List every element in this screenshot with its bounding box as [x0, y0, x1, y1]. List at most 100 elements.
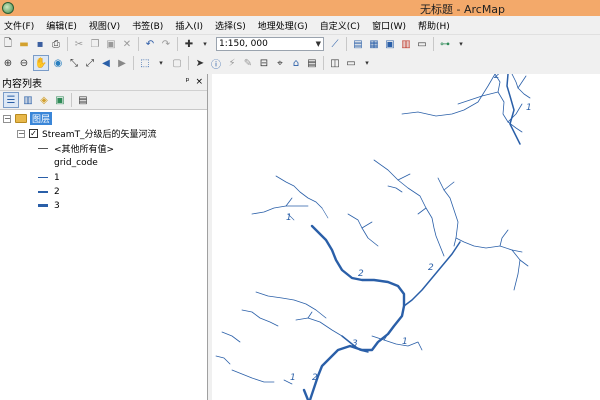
find-route-icon[interactable]: ⌂ [289, 56, 303, 70]
dropdown-arrow-icon[interactable]: ▾ [198, 37, 212, 51]
list-by-source-icon[interactable]: ▥ [21, 93, 35, 107]
menu-customize[interactable]: 自定义(C) [314, 19, 366, 32]
window-title: 无标题 - ArcMap [420, 3, 506, 16]
go-to-xy-icon[interactable]: ▤ [305, 56, 319, 70]
new-document-icon[interactable]: 🗋 [1, 37, 15, 51]
zoom-in-icon[interactable]: ⊕ [1, 56, 15, 70]
menu-insert[interactable]: 插入(I) [169, 19, 209, 32]
map-label-stream-order: 1 [526, 103, 532, 113]
find-binoculars-icon[interactable]: ⌖ [273, 56, 287, 70]
stream-network-map[interactable]: 1 1 2 2 1 2 3 1 2 [212, 74, 600, 400]
table-of-contents-window-icon[interactable]: ▤ [351, 37, 365, 51]
dropdown-arrow-icon[interactable]: ▾ [154, 56, 168, 70]
map-label-stream-order: 3 [352, 339, 358, 349]
map-label-stream-order: 1 [286, 213, 292, 223]
arcmap-logo-icon [2, 2, 14, 14]
catalog-window-icon[interactable]: ▦ [367, 37, 381, 51]
legend-other-values: <其他所有值> [38, 142, 114, 155]
table-of-contents-panel: 内容列表 ᵖ × ☰ ▥ ◈ ▣ ▤ − 图层 − ✓ StreamT_分级后的… [0, 74, 208, 400]
toc-header: 内容列表 ᵖ × [0, 74, 207, 91]
legend-line-symbol [38, 190, 48, 193]
toolbar-options-icon[interactable]: ▾ [454, 37, 468, 51]
toolbar-separator [346, 37, 347, 51]
toc-title: 内容列表 [2, 78, 42, 90]
tree-node-layers[interactable]: − 图层 [3, 112, 53, 125]
print-icon[interactable]: ⎙ [49, 37, 63, 51]
editor-toolbar-icon[interactable]: ⟋ [328, 37, 342, 51]
close-icon[interactable]: × [195, 77, 203, 87]
add-data-icon[interactable]: ✚ [182, 37, 196, 51]
fixed-zoom-in-icon[interactable]: ⤡ [67, 56, 81, 70]
save-icon[interactable]: ▪ [33, 37, 47, 51]
menu-help[interactable]: 帮助(H) [412, 19, 456, 32]
toolbar-separator [138, 37, 139, 51]
time-slider-icon[interactable]: ◫ [328, 56, 342, 70]
stream-order-2-lines [341, 74, 521, 353]
create-viewer-window-icon[interactable]: ▭ [344, 56, 358, 70]
stream-order-1-lines [215, 74, 531, 385]
legend-other-values-label: <其他所有值> [54, 145, 115, 155]
map-label-stream-order: 2 [358, 269, 364, 279]
list-by-visibility-icon[interactable]: ◈ [37, 93, 51, 107]
menu-edit[interactable]: 编辑(E) [40, 19, 83, 32]
model-builder-icon[interactable]: ⊶ [438, 37, 452, 51]
legend-line-symbol [38, 204, 48, 207]
zoom-out-icon[interactable]: ⊖ [17, 56, 31, 70]
map-scale-select[interactable]: 1:150, 000 ▼ [216, 37, 324, 51]
python-window-icon[interactable]: ▭ [415, 37, 429, 51]
back-arrow-icon[interactable]: ◀ [99, 56, 113, 70]
menu-view[interactable]: 视图(V) [83, 19, 126, 32]
undo-icon[interactable]: ↶ [143, 37, 157, 51]
layers-group-label[interactable]: 图层 [30, 112, 53, 125]
select-elements-arrow-icon[interactable]: ➤ [193, 56, 207, 70]
html-popup-icon[interactable]: ✎ [241, 56, 255, 70]
menu-bookmarks[interactable]: 书签(B) [126, 19, 169, 32]
measure-icon[interactable]: ⊟ [257, 56, 271, 70]
legend-class-label: 1 [54, 172, 60, 183]
clear-selection-icon[interactable]: ▢ [170, 56, 184, 70]
fixed-zoom-out-icon[interactable]: ⤢ [83, 56, 97, 70]
map-label-stream-order: 2 [428, 263, 434, 273]
menu-windows[interactable]: 窗口(W) [366, 19, 412, 32]
menu-selection[interactable]: 选择(S) [209, 19, 252, 32]
arctoolbox-icon[interactable]: ▥ [399, 37, 413, 51]
toolbar-separator [133, 56, 134, 70]
layer-name[interactable]: StreamT_分级后的矢量河流 [42, 127, 157, 140]
stream-order-3-lines [302, 224, 406, 400]
toolbar-separator [67, 37, 68, 51]
toolbar-separator [323, 56, 324, 70]
collapse-icon[interactable]: − [3, 114, 11, 123]
toolbar-separator [71, 93, 72, 107]
menu-bar: 文件(F) 编辑(E) 视图(V) 书签(B) 插入(I) 选择(S) 地理处理… [0, 16, 600, 35]
toolbar-options-icon[interactable]: ▾ [360, 56, 374, 70]
map-display[interactable]: 1 1 2 2 1 2 3 1 2 [212, 74, 600, 400]
toolbar-separator [177, 37, 178, 51]
tree-node-stream-layer[interactable]: − ✓ StreamT_分级后的矢量河流 [17, 127, 157, 140]
identify-icon[interactable]: ⓘ [209, 56, 223, 71]
label-leader-lines [287, 207, 329, 221]
copy-icon[interactable]: ❐ [88, 37, 102, 51]
legend-line-symbol [38, 148, 48, 149]
full-extent-icon[interactable]: ◉ [51, 56, 65, 70]
list-by-selection-icon[interactable]: ▣ [53, 93, 67, 107]
layer-visibility-checkbox[interactable]: ✓ [29, 129, 38, 138]
cut-icon[interactable]: ✂ [72, 37, 86, 51]
delete-icon[interactable]: ✕ [120, 37, 134, 51]
menu-file[interactable]: 文件(F) [0, 19, 40, 32]
hyperlink-icon[interactable]: ⚡ [225, 56, 239, 70]
pan-hand-icon[interactable]: ✋ [33, 55, 49, 71]
toolbar-separator [188, 56, 189, 70]
forward-arrow-icon[interactable]: ▶ [115, 56, 129, 70]
open-folder-icon[interactable]: ▬ [17, 37, 31, 51]
toc-options-icon[interactable]: ▤ [76, 93, 90, 107]
select-features-icon[interactable]: ⬚ [138, 56, 152, 70]
toc-toolbar: ☰ ▥ ◈ ▣ ▤ [0, 91, 207, 110]
map-label-stream-order: 1 [402, 337, 408, 347]
pin-icon[interactable]: ᵖ [186, 77, 190, 87]
menu-geoprocessing[interactable]: 地理处理(G) [252, 19, 314, 32]
list-by-drawing-order-icon[interactable]: ☰ [3, 92, 19, 108]
collapse-icon[interactable]: − [17, 129, 25, 138]
search-window-icon[interactable]: ▣ [383, 37, 397, 51]
redo-icon[interactable]: ↷ [159, 37, 173, 51]
paste-icon[interactable]: ▣ [104, 37, 118, 51]
